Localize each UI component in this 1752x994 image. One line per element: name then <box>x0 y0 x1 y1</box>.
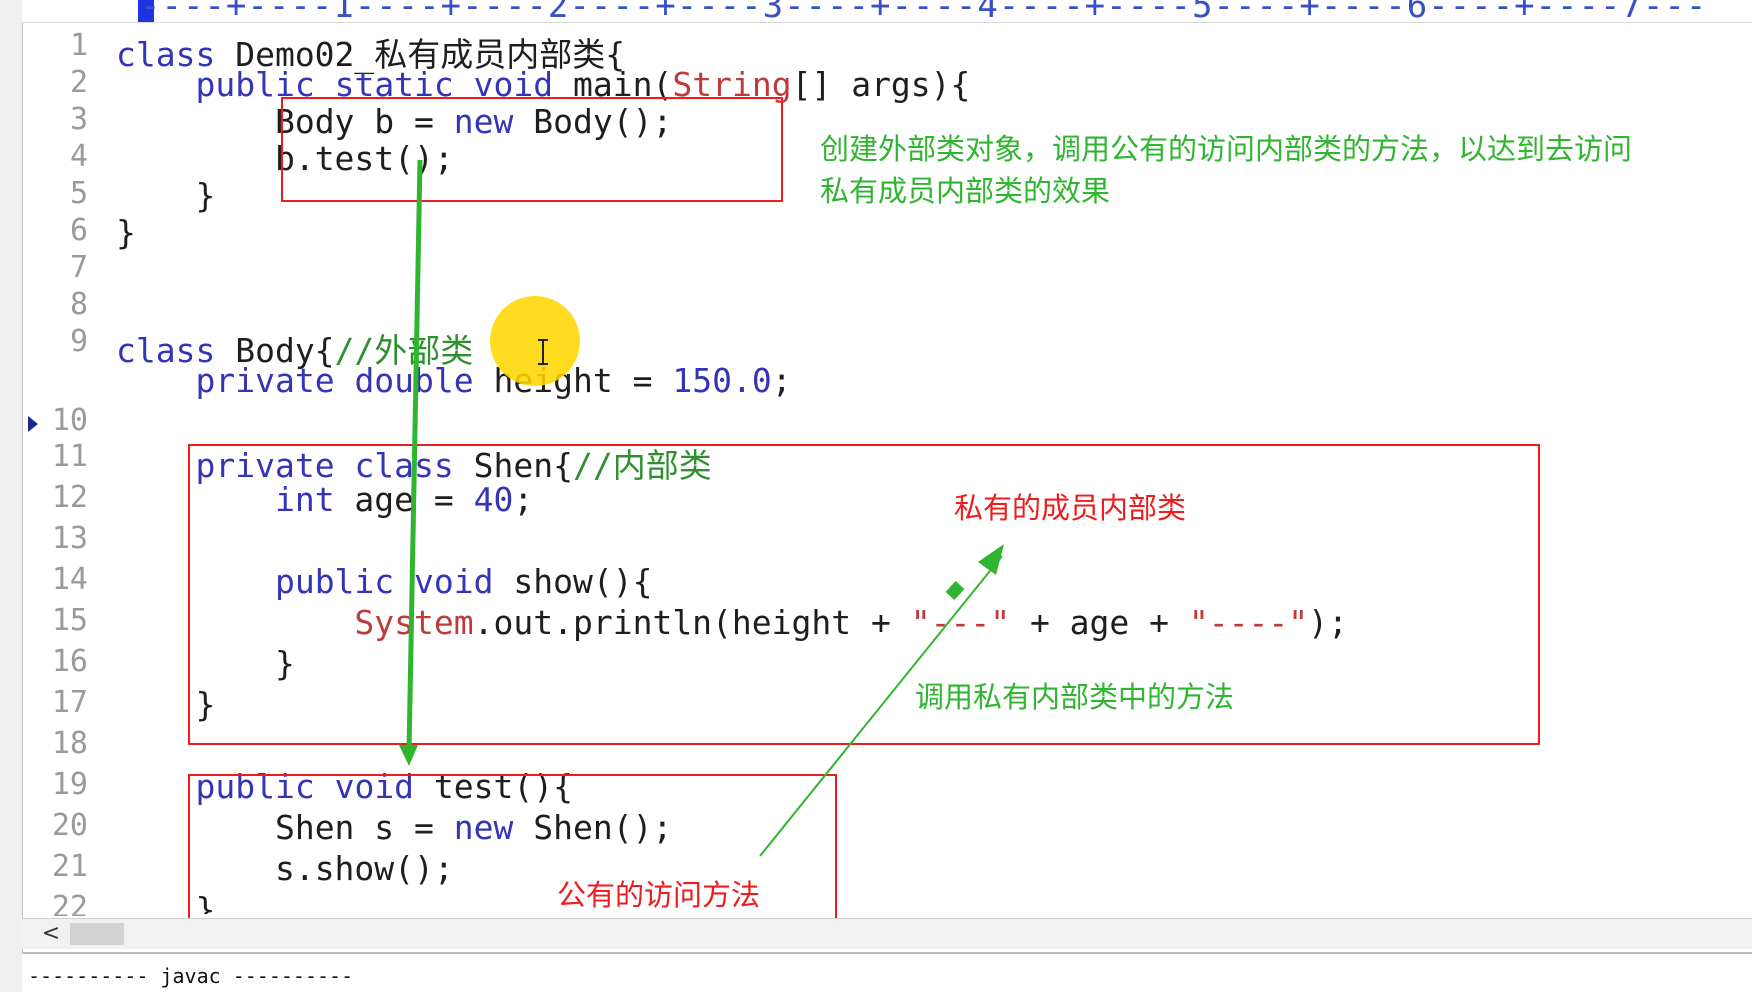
annotation-private-member-inner: 私有的成员内部类 <box>954 491 1187 525</box>
annotation-create-outer: 创建外部类对象，调用公有的访问内部类的方法，以达到去访问 私有成员内部类的效果 <box>820 132 1633 208</box>
horizontal-scrollbar[interactable]: < <box>22 918 1752 949</box>
green-arrow-line-down <box>406 159 423 753</box>
annotation-call-private-method: 调用私有内部类中的方法 <box>915 680 1235 714</box>
green-arrowhead-down <box>399 745 418 766</box>
scroll-left-arrow-icon[interactable]: < <box>38 919 64 949</box>
annotation-public-access-method: 公有的访问方法 <box>557 878 761 912</box>
green-arrow-shaft-up <box>945 580 965 601</box>
scrollbar-thumb[interactable] <box>70 923 124 945</box>
output-panel: ---------- javac ---------- <box>22 952 1752 994</box>
output-text: ---------- javac ---------- <box>28 964 354 988</box>
